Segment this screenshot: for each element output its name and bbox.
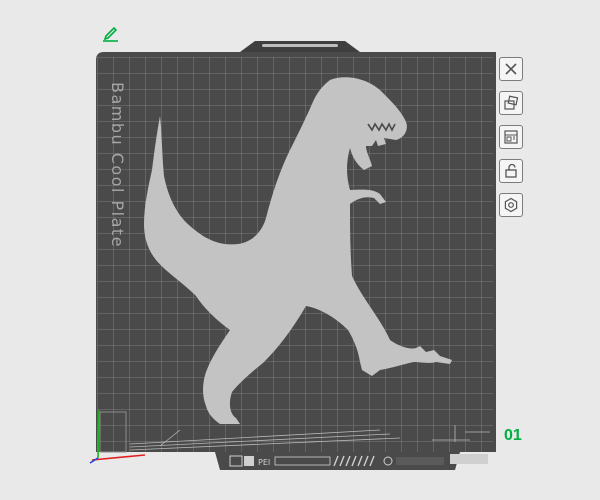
plate-handle-slot xyxy=(262,44,338,47)
plate-strip-label: PEI xyxy=(258,458,270,467)
lock-plate-button[interactable] xyxy=(499,159,523,183)
plate-number: 01 xyxy=(504,427,522,444)
arrange-icon xyxy=(504,130,518,144)
plate-settings-button[interactable] xyxy=(499,193,523,217)
settings-icon xyxy=(504,197,518,213)
arrange-button[interactable] xyxy=(499,125,523,149)
close-icon xyxy=(505,63,517,75)
remove-plate-button[interactable] xyxy=(499,57,523,81)
lock-icon xyxy=(505,163,517,178)
plate-name-label: Bambu Cool Plate xyxy=(108,82,127,248)
plate-toolbar xyxy=(499,57,523,227)
orient-icon xyxy=(504,95,519,110)
auto-orient-button[interactable] xyxy=(499,91,523,115)
